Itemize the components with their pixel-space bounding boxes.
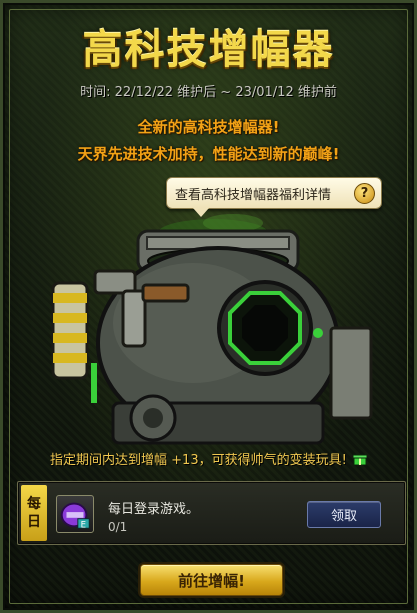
purple-helmet-icon: E xyxy=(56,495,94,533)
amplifier-machine-illustration xyxy=(51,214,373,445)
reward-description: 指定期间内达到增幅 +13，可获得帅气的变装玩具! xyxy=(3,449,414,468)
event-panel: 高科技增幅器 时间: 22/12/22 维护后 ~ 23/01/12 维护前 全… xyxy=(0,0,417,613)
daily-task-row: 每 日 E 每日登录游戏。 0/1 领取 xyxy=(17,481,406,545)
question-mark-icon[interactable]: ? xyxy=(354,183,375,204)
daily-badge-top: 每 xyxy=(27,496,41,512)
reward-text: 指定期间内达到增幅 +13，可获得帅气的变装玩具! xyxy=(50,453,347,468)
details-link-text[interactable]: 查看高科技增幅器福利详情 xyxy=(175,184,331,203)
event-title: 高科技增幅器 xyxy=(82,27,335,73)
daily-badge-bottom: 日 xyxy=(27,514,41,530)
task-progress: 0/1 xyxy=(108,520,128,534)
claim-button[interactable]: 领取 xyxy=(307,501,381,528)
event-period: 时间: 22/12/22 维护后 ~ 23/01/12 维护前 xyxy=(80,85,337,100)
details-link-bubble[interactable]: 查看高科技增幅器福利详情 ? xyxy=(166,177,382,217)
svg-text:E: E xyxy=(81,520,86,530)
task-name: 每日登录游戏。 xyxy=(108,502,200,517)
event-tagline-2: 天界先进技术加持，性能达到新的巅峰! xyxy=(77,145,340,163)
event-tagline-1: 全新的高科技增幅器! xyxy=(137,118,280,136)
gift-icon xyxy=(352,454,367,465)
daily-badge: 每 日 xyxy=(21,485,47,541)
go-amplify-button[interactable]: 前往增幅! xyxy=(140,564,283,596)
